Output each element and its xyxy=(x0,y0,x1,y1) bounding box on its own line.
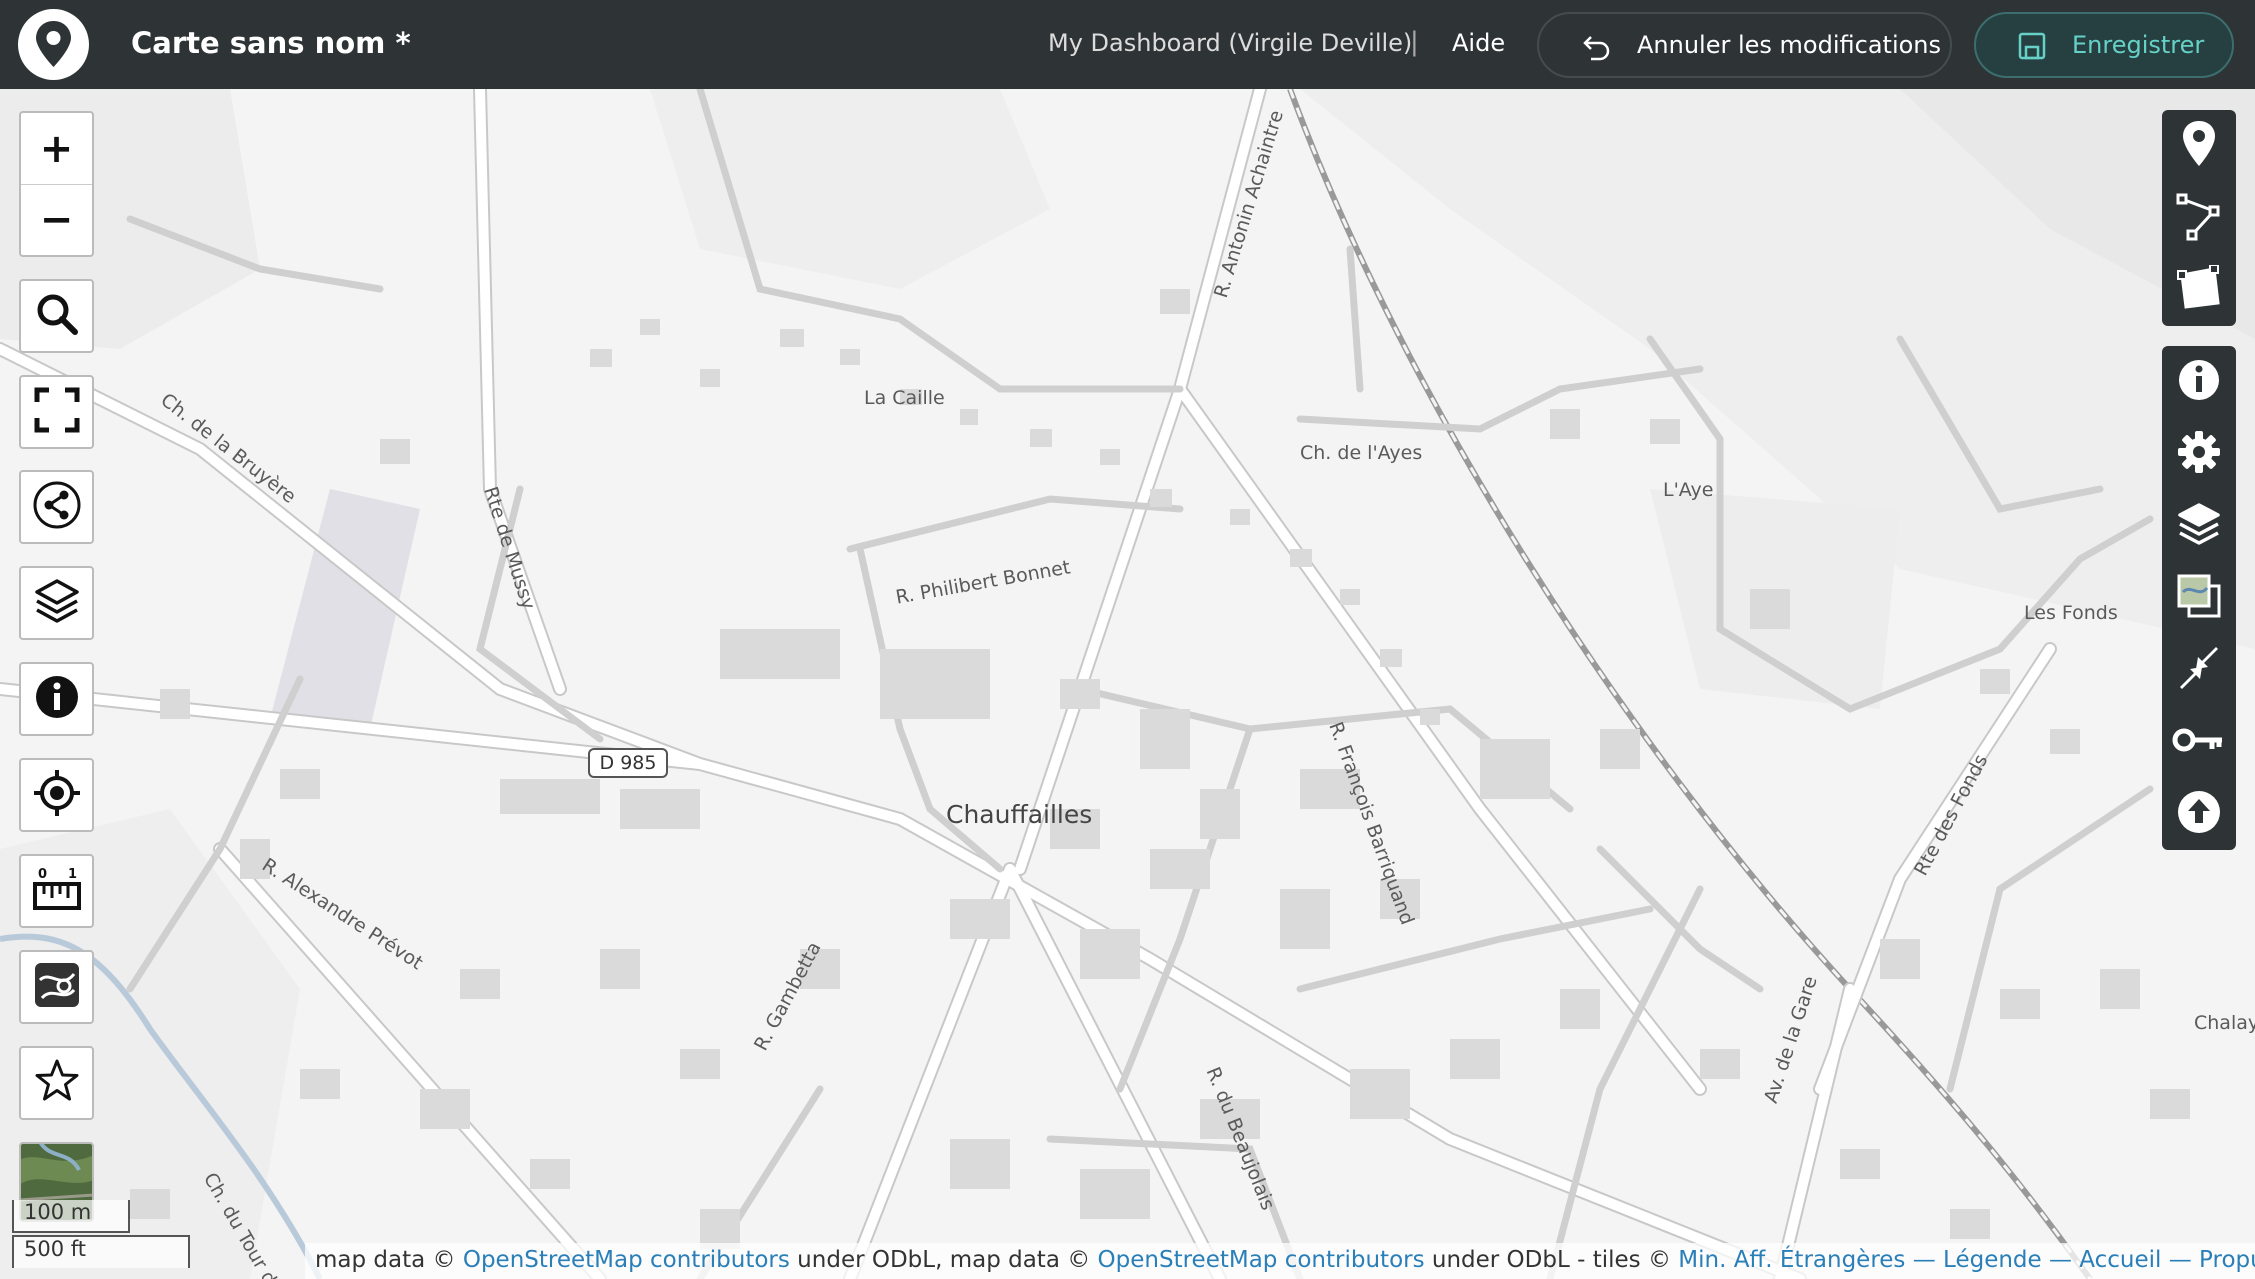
town-label: Chauffailles xyxy=(946,800,1093,829)
cancel-label: Annuler les modifications xyxy=(1637,31,1942,59)
share-icon xyxy=(32,480,82,534)
zoom-control: + − xyxy=(19,111,94,257)
tiles-credit-link[interactable]: Min. Aff. Étrangères — Légende — Accueil… xyxy=(1678,1247,2255,1273)
measure-button[interactable]: 01 xyxy=(19,854,94,928)
svg-text:1: 1 xyxy=(68,867,77,882)
search-button[interactable] xyxy=(19,279,94,353)
tilelayer-button[interactable] xyxy=(2162,562,2236,634)
map-title[interactable]: Carte sans nom * xyxy=(131,26,411,60)
top-header-bar: Carte sans nom * My Dashboard (Virgile D… xyxy=(0,0,2255,89)
draw-polyline-button[interactable] xyxy=(2162,182,2236,254)
umap-logo[interactable] xyxy=(18,9,89,80)
polygon-icon xyxy=(2176,264,2222,315)
measure-icon: 01 xyxy=(32,864,82,918)
draw-polygon-button[interactable] xyxy=(2162,254,2236,326)
info-button[interactable] xyxy=(19,662,94,736)
help-link[interactable]: Aide xyxy=(1452,29,1505,57)
fullscreen-button[interactable] xyxy=(19,375,94,449)
star-button[interactable] xyxy=(19,1046,94,1120)
street-label-ch-ayes: Ch. de l'Ayes xyxy=(1300,442,1423,464)
map-base-layer xyxy=(0,89,2255,1279)
save-button[interactable]: Enregistrer xyxy=(1974,12,2234,78)
attribution-text-1: map data © xyxy=(315,1247,463,1273)
map-canvas[interactable]: Chauffailles La Caille L'Aye Les Fonds C… xyxy=(0,89,2255,1279)
share-button[interactable] xyxy=(19,470,94,544)
road-ref-badge: D 985 xyxy=(588,748,668,778)
key-icon xyxy=(2172,725,2226,759)
cancel-changes-button[interactable]: Annuler les modifications xyxy=(1537,12,1952,78)
save-label: Enregistrer xyxy=(2072,31,2205,59)
attribution-text-3: under ODbL - tiles © xyxy=(1424,1247,1679,1273)
osm-link-2[interactable]: OpenStreetMap contributors xyxy=(1098,1247,1425,1273)
layers-icon xyxy=(2176,501,2222,551)
info-icon xyxy=(2177,358,2221,406)
gear-icon xyxy=(2176,429,2222,479)
manage-layers-button[interactable] xyxy=(2162,490,2236,562)
attribution-text-2: under ODbL, map data © xyxy=(789,1247,1098,1273)
import-button[interactable] xyxy=(2162,778,2236,850)
save-icon xyxy=(2016,30,2048,68)
map-style-icon xyxy=(32,960,82,1014)
osm-link-1[interactable]: OpenStreetMap contributors xyxy=(463,1247,790,1273)
header-separator: | xyxy=(1410,27,1419,57)
search-icon xyxy=(34,291,80,341)
locate-button[interactable] xyxy=(19,758,94,832)
scale-metric: 100 m xyxy=(12,1200,130,1233)
place-label-les-fonds: Les Fonds xyxy=(2024,602,2118,624)
marker-icon xyxy=(2179,119,2219,173)
logo-icon xyxy=(20,11,87,78)
place-label-laye: L'Aye xyxy=(1663,479,1714,501)
layers-button[interactable] xyxy=(19,566,94,640)
svg-text:0: 0 xyxy=(38,867,47,882)
info-icon xyxy=(34,674,80,724)
tilelayer-icon xyxy=(2175,572,2223,624)
settings-button[interactable] xyxy=(2162,418,2236,490)
locate-icon xyxy=(32,768,82,822)
star-icon xyxy=(33,1057,81,1109)
upload-icon xyxy=(2176,789,2222,839)
settings-toolbar xyxy=(2162,346,2236,850)
place-label-chalay: Chalay xyxy=(2194,1012,2255,1034)
center-zoom-button[interactable] xyxy=(2162,634,2236,706)
zoom-in-button[interactable]: + xyxy=(21,113,92,184)
fullscreen-icon xyxy=(34,387,80,437)
draw-toolbar xyxy=(2162,110,2236,326)
map-style-button[interactable] xyxy=(19,950,94,1024)
polyline-icon xyxy=(2176,191,2222,245)
scale-imperial: 500 ft xyxy=(12,1235,190,1268)
draw-marker-button[interactable] xyxy=(2162,110,2236,182)
zoom-out-button[interactable]: − xyxy=(21,184,92,255)
undo-icon xyxy=(1581,31,1613,69)
permissions-button[interactable] xyxy=(2162,706,2236,778)
center-icon xyxy=(2176,645,2222,695)
attribution-bar: map data © OpenStreetMap contributors un… xyxy=(305,1243,2255,1279)
dashboard-link[interactable]: My Dashboard (Virgile Deville) xyxy=(1048,29,1412,57)
place-label-la-caille: La Caille xyxy=(864,387,945,409)
map-info-button[interactable] xyxy=(2162,346,2236,418)
layers-icon xyxy=(33,577,81,629)
